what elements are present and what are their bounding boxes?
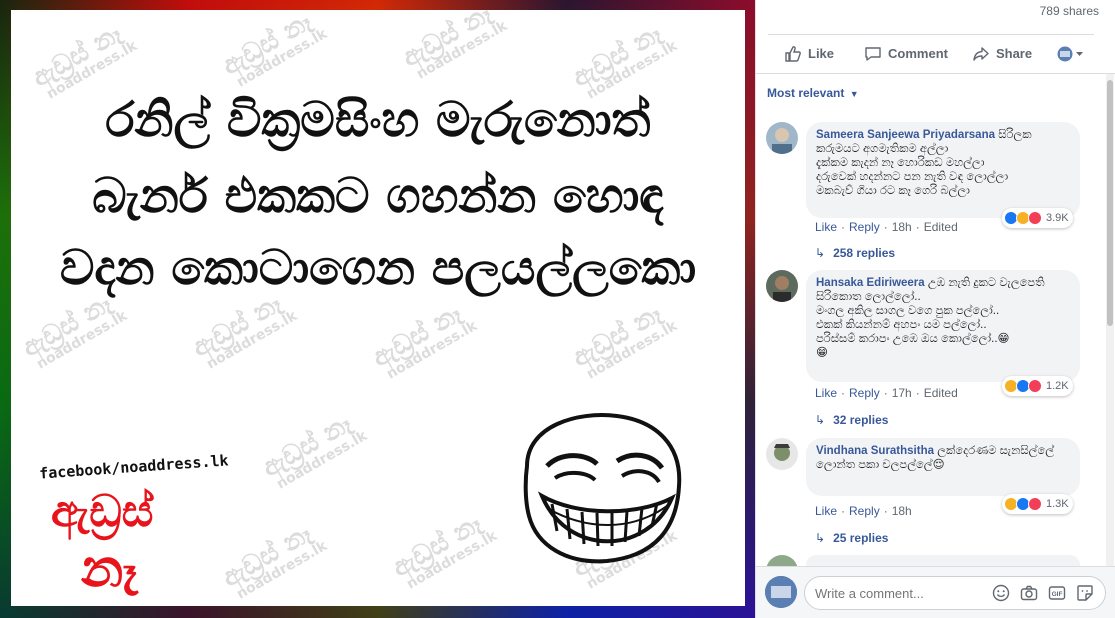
comment-author[interactable]: Hansaka Ediriweera bbox=[816, 277, 925, 289]
comment-meta: Like · Reply · 17h · Edited bbox=[815, 386, 958, 400]
comment-reply-link[interactable]: Reply bbox=[849, 504, 880, 518]
love-reaction-icon bbox=[1028, 379, 1042, 393]
audience-selector[interactable] bbox=[1056, 45, 1092, 63]
reaction-summary[interactable]: 1.2K bbox=[1002, 376, 1073, 396]
comment-button[interactable]: Comment bbox=[864, 45, 948, 63]
edited-label[interactable]: Edited bbox=[924, 386, 958, 400]
comment-like-link[interactable]: Like bbox=[815, 220, 837, 234]
like-button[interactable]: Like bbox=[784, 45, 834, 63]
love-reaction-icon bbox=[1028, 211, 1042, 225]
replies-count: 25 replies bbox=[833, 531, 889, 545]
view-replies-link[interactable]: ↳ 32 replies bbox=[815, 413, 888, 427]
comment-icon bbox=[865, 46, 881, 61]
watermark: ඇඩ්‍රස් නෑnoaddress.lk bbox=[567, 298, 681, 383]
reaction-summary[interactable]: 3.9K bbox=[1002, 208, 1073, 228]
troll-face-icon bbox=[523, 413, 682, 564]
chevron-down-icon: ▼ bbox=[849, 89, 859, 99]
comment-like-link[interactable]: Like bbox=[815, 504, 837, 518]
reaction-count: 1.2K bbox=[1046, 380, 1069, 392]
comment-composer: GIF bbox=[756, 566, 1115, 618]
comment-bubble: Sameera Sanjeewa Priyadarsana සිරිලක කරු… bbox=[806, 122, 1080, 218]
emoji-icon[interactable] bbox=[992, 584, 1010, 602]
comment-author[interactable]: Vindhana Surathsitha bbox=[816, 445, 934, 457]
share-count[interactable]: 789 shares bbox=[1040, 4, 1099, 18]
watermark: ඇඩ්‍රස් නෑnoaddress.lk bbox=[27, 18, 141, 103]
view-replies-link[interactable]: ↳ 25 replies bbox=[815, 531, 888, 545]
edited-label[interactable]: Edited bbox=[924, 220, 958, 234]
comments-panel: 789 shares Like Comment Share Most relev… bbox=[755, 0, 1115, 618]
watermark: ඇඩ්‍රස් නෑnoaddress.lk bbox=[567, 18, 681, 103]
sticker-icon[interactable] bbox=[1076, 584, 1094, 602]
comment-like-link[interactable]: Like bbox=[815, 386, 837, 400]
divider bbox=[756, 73, 1115, 74]
reaction-count: 1.3K bbox=[1046, 498, 1069, 510]
watermark: ඇඩ්‍රස් නෑnoaddress.lk bbox=[217, 518, 331, 603]
svg-text:GIF: GIF bbox=[1052, 591, 1063, 598]
sort-dropdown[interactable]: Most relevant ▼ bbox=[767, 86, 859, 100]
watermark: ඇඩ්‍රස් නෑnoaddress.lk bbox=[217, 10, 331, 91]
share-button[interactable]: Share bbox=[972, 45, 1032, 63]
comment-bubble: Vindhana Surathsitha ලක්දෙරණම සැනසිල්ලේ … bbox=[806, 438, 1080, 496]
reply-arrow-icon: ↳ bbox=[815, 413, 826, 427]
reaction-summary[interactable]: 1.3K bbox=[1002, 494, 1073, 514]
meme-text-line: බැනර් එකකට ගහන්න හොඳ bbox=[92, 168, 664, 224]
reply-arrow-icon: ↳ bbox=[815, 246, 826, 260]
brand-logo: ඇඩ්‍රස් නෑ bbox=[51, 486, 154, 598]
svg-text:නෑ: නෑ bbox=[81, 539, 139, 598]
sort-label: Most relevant bbox=[767, 86, 845, 100]
gif-icon[interactable]: GIF bbox=[1048, 584, 1066, 602]
avatar[interactable] bbox=[766, 270, 798, 302]
comment-author[interactable]: Sameera Sanjeewa Priyadarsana bbox=[816, 129, 995, 141]
watermark: ඇඩ්‍රස් නෑnoaddress.lk bbox=[367, 298, 481, 383]
avatar[interactable] bbox=[766, 122, 798, 154]
watermark: ඇඩ්‍රස් නෑnoaddress.lk bbox=[17, 288, 131, 373]
watermark: ඇඩ්‍රස් නෑnoaddress.lk bbox=[187, 288, 301, 373]
comment-reply-link[interactable]: Reply bbox=[849, 386, 880, 400]
scrollbar-thumb[interactable] bbox=[1107, 80, 1113, 326]
svg-text:ඇඩ්‍රස්: ඇඩ්‍රස් bbox=[51, 486, 154, 541]
view-replies-link[interactable]: ↳ 258 replies bbox=[815, 246, 895, 260]
replies-count: 32 replies bbox=[833, 413, 889, 427]
meme-image: ඇඩ්‍රස් නෑ noaddress.lk ඇඩ්‍රස් නෑ noaddre… bbox=[11, 10, 745, 606]
like-label: Like bbox=[808, 46, 835, 61]
comment-meta: Like · Reply · 18h bbox=[815, 504, 912, 518]
love-reaction-icon bbox=[1028, 497, 1042, 511]
watermark: ඇඩ්‍රස් නෑnoaddress.lk bbox=[397, 10, 511, 83]
reply-arrow-icon: ↳ bbox=[815, 531, 826, 545]
replies-count: 258 replies bbox=[833, 246, 896, 260]
avatar[interactable] bbox=[765, 576, 797, 608]
comment-time[interactable]: 18h bbox=[892, 220, 912, 234]
page-avatar-dropdown-icon bbox=[1057, 46, 1084, 61]
avatar[interactable] bbox=[766, 438, 798, 470]
camera-icon[interactable] bbox=[1020, 584, 1038, 602]
action-bar: Like Comment Share bbox=[768, 34, 1094, 72]
comment-time[interactable]: 17h bbox=[892, 386, 912, 400]
comment-time[interactable]: 18h bbox=[892, 504, 912, 518]
thumbs-up-icon bbox=[785, 45, 801, 62]
comment-reply-link[interactable]: Reply bbox=[849, 220, 880, 234]
meme-text-line: රනිල් වික්‍රමසිංහ මැරුනොත් bbox=[105, 92, 651, 148]
share-icon bbox=[973, 46, 989, 61]
share-label: Share bbox=[995, 46, 1033, 61]
watermark: ඇඩ්‍රස් නෑnoaddress.lk bbox=[387, 508, 501, 593]
comment-meta: Like · Reply · 18h · Edited bbox=[815, 220, 958, 234]
photo-viewer: ඇඩ්‍රස් නෑ noaddress.lk ඇඩ්‍රස් නෑ noaddre… bbox=[0, 0, 755, 618]
comment-label: Comment bbox=[888, 46, 948, 61]
meme-text-line: වදන කොටාගෙන පලයල්ලකො bbox=[59, 240, 697, 296]
comment-text: උඹ නැති දුකට වැලපෙති සිරිකොත ලොල්ලෝ.. මං… bbox=[816, 277, 1045, 359]
comment-bubble: Hansaka Ediriweera උඹ නැති දුකට වැලපෙති … bbox=[806, 270, 1080, 382]
watermark: ඇඩ්‍රස් නෑnoaddress.lk bbox=[257, 408, 371, 493]
reaction-count: 3.9K bbox=[1046, 212, 1069, 224]
